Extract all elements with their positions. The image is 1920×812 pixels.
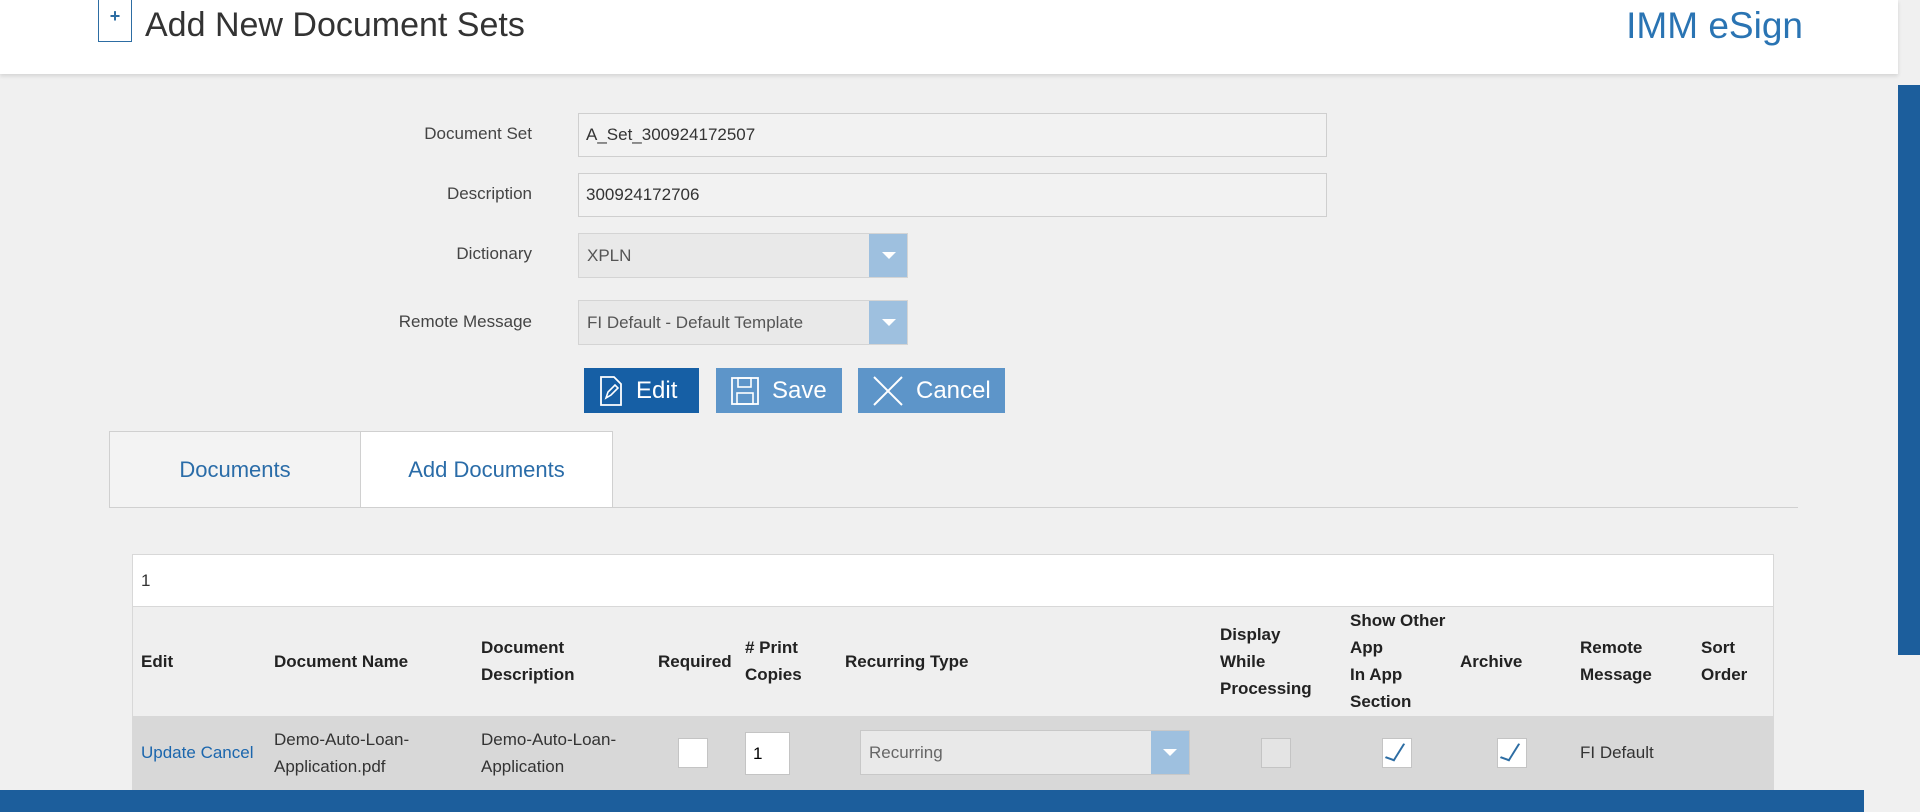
required-checkbox[interactable] xyxy=(678,738,708,768)
col-sort-order: Sort Order xyxy=(1701,638,1748,684)
col-edit: Edit xyxy=(141,652,174,671)
chevron-down-icon[interactable] xyxy=(1151,731,1189,774)
display-while-processing-checkbox xyxy=(1261,738,1291,768)
document-name-cell: Demo-Auto-Loan- Application.pdf xyxy=(274,730,410,776)
col-remote-message: Remote Message xyxy=(1580,638,1652,684)
col-show-other-app: Show Other App In App Section xyxy=(1350,611,1446,711)
cancel-link[interactable]: Cancel xyxy=(201,743,254,762)
archive-checkbox[interactable] xyxy=(1497,738,1527,768)
cancel-button[interactable]: Cancel xyxy=(858,368,1005,413)
col-required: Required xyxy=(658,652,732,671)
save-button-label: Save xyxy=(772,376,827,404)
document-set-label: Document Set xyxy=(424,124,532,143)
update-link[interactable]: Update xyxy=(141,743,196,762)
description-input[interactable] xyxy=(578,173,1327,217)
new-document-icon: + xyxy=(98,0,132,42)
print-copies-input[interactable] xyxy=(745,732,790,775)
description-label: Description xyxy=(446,184,532,203)
tab-add-documents[interactable]: Add Documents xyxy=(360,431,613,508)
dictionary-select[interactable]: XPLN xyxy=(578,233,908,278)
col-document-description: Document Description xyxy=(481,638,575,684)
grid-header-row: Edit Document Name Document Description … xyxy=(133,607,1773,716)
documents-grid: 1 Edit Document Name Document Descriptio… xyxy=(132,554,1774,791)
vertical-scrollbar[interactable] xyxy=(1898,85,1920,655)
row-actions: Update Cancel xyxy=(141,739,253,766)
col-archive: Archive xyxy=(1460,652,1523,671)
tab-documents[interactable]: Documents xyxy=(109,431,360,508)
dictionary-value: XPLN xyxy=(587,246,632,265)
chevron-down-icon[interactable] xyxy=(869,234,907,277)
page-number[interactable]: 1 xyxy=(141,571,150,591)
page-title: Add New Document Sets xyxy=(145,6,525,44)
col-recurring-type: Recurring Type xyxy=(845,652,969,671)
checkmark-icon xyxy=(1384,740,1406,762)
table-row: Update Cancel Demo-Auto-Loan- Applicatio… xyxy=(133,716,1773,791)
col-display-while-processing: Display While Processing xyxy=(1220,625,1312,698)
save-icon xyxy=(731,376,759,405)
dictionary-label: Dictionary xyxy=(456,244,532,263)
close-icon xyxy=(873,375,903,406)
page-header: + Add New Document Sets IMM eSign xyxy=(0,0,1898,74)
document-description-cell: Demo-Auto-Loan- Application xyxy=(481,730,617,776)
save-button[interactable]: Save xyxy=(716,368,842,413)
col-document-name: Document Name xyxy=(274,652,409,671)
bottom-scrollbar[interactable] xyxy=(0,790,1864,812)
recurring-type-select[interactable]: Recurring xyxy=(860,730,1190,775)
edit-button-label: Edit xyxy=(636,376,678,404)
col-print-copies: # Print Copies xyxy=(745,638,802,684)
edit-icon xyxy=(600,375,622,406)
document-set-input[interactable] xyxy=(578,113,1327,157)
grid-pager: 1 xyxy=(133,555,1773,607)
recurring-type-value: Recurring xyxy=(869,743,943,762)
edit-button[interactable]: Edit xyxy=(584,368,699,413)
remote-message-select[interactable]: FI Default - Default Template xyxy=(578,300,908,345)
checkmark-icon xyxy=(1499,740,1521,762)
tab-divider xyxy=(109,507,1798,508)
plus-glyph: + xyxy=(109,6,121,26)
remote-message-value: FI Default - Default Template xyxy=(587,313,804,332)
cancel-button-label: Cancel xyxy=(916,376,991,404)
show-other-app-checkbox[interactable] xyxy=(1382,738,1412,768)
remote-message-label: Remote Message xyxy=(398,312,532,331)
brand-logo-text: IMM eSign xyxy=(1626,5,1803,46)
chevron-down-icon[interactable] xyxy=(869,301,907,344)
remote-message-cell: FI Default xyxy=(1580,743,1654,762)
